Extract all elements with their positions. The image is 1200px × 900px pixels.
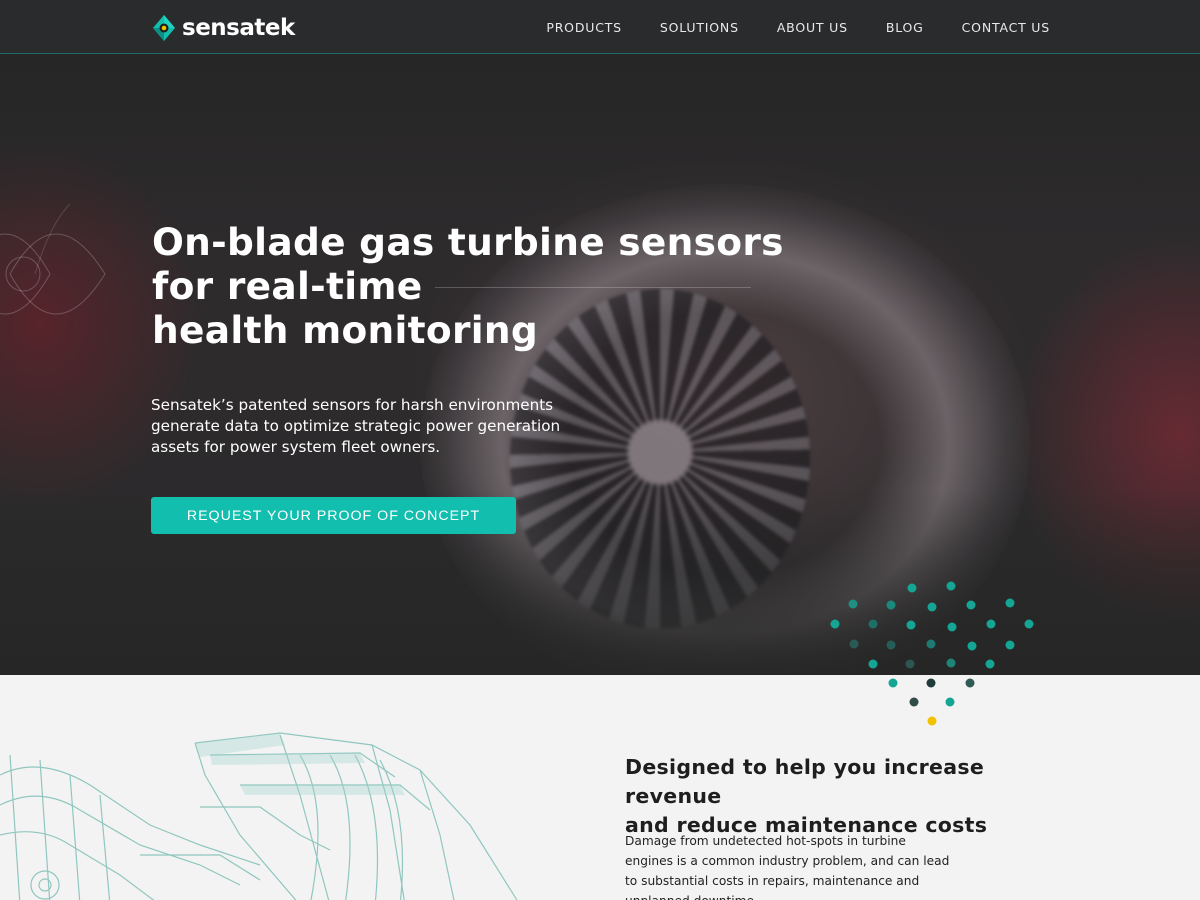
section-heading-line: Designed to help you increase revenue bbox=[625, 755, 985, 808]
hero-title-line: On-blade gas turbine sensors bbox=[152, 220, 784, 264]
turbine-wireframe-illustration bbox=[0, 732, 518, 900]
nav-link-contact-us[interactable]: CONTACT US bbox=[962, 20, 1050, 35]
hero-title-line: for real-time bbox=[152, 264, 423, 308]
request-proof-of-concept-button[interactable]: REQUEST YOUR PROOF OF CONCEPT bbox=[151, 497, 516, 534]
nav-link-solutions[interactable]: SOLUTIONS bbox=[660, 20, 739, 35]
hero-overlay bbox=[0, 54, 1200, 675]
brand-name: sensatek bbox=[182, 15, 295, 41]
nav-link-about-us[interactable]: ABOUT US bbox=[777, 20, 848, 35]
hero-subtitle: Sensatek’s patented sensors for harsh en… bbox=[151, 396, 561, 456]
hero-title-line: health monitoring bbox=[152, 308, 539, 352]
lens-outline-icon bbox=[0, 203, 106, 315]
hero-section: On-blade gas turbine sensors for real-ti… bbox=[0, 54, 1200, 675]
section-heading: Designed to help you increase revenue an… bbox=[625, 753, 1065, 840]
nav-link-products[interactable]: PRODUCTS bbox=[546, 20, 622, 35]
sensatek-logo-icon bbox=[153, 15, 175, 41]
value-proposition-section: Designed to help you increase revenue an… bbox=[0, 675, 1200, 900]
section-body-text: Damage from undetected hot-spots in turb… bbox=[625, 834, 950, 900]
nav-links: PRODUCTS SOLUTIONS ABOUT US BLOG CONTACT… bbox=[546, 20, 1050, 35]
nav-link-blog[interactable]: BLOG bbox=[886, 20, 924, 35]
sensatek-logo[interactable]: sensatek bbox=[151, 13, 295, 43]
hero-title: On-blade gas turbine sensors for real-ti… bbox=[152, 220, 792, 352]
hero-divider-line bbox=[435, 287, 751, 288]
top-navigation: sensatek PRODUCTS SOLUTIONS ABOUT US BLO… bbox=[0, 0, 1200, 54]
